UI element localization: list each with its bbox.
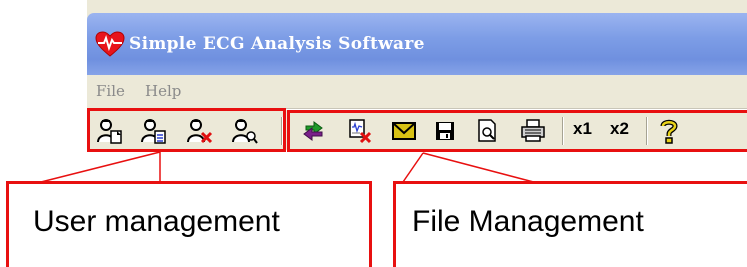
leader-line-user-left — [40, 151, 161, 183]
user-management-label: User management — [33, 205, 280, 238]
file-management-label: File Management — [412, 205, 644, 238]
leader-line-file-left — [402, 152, 424, 183]
